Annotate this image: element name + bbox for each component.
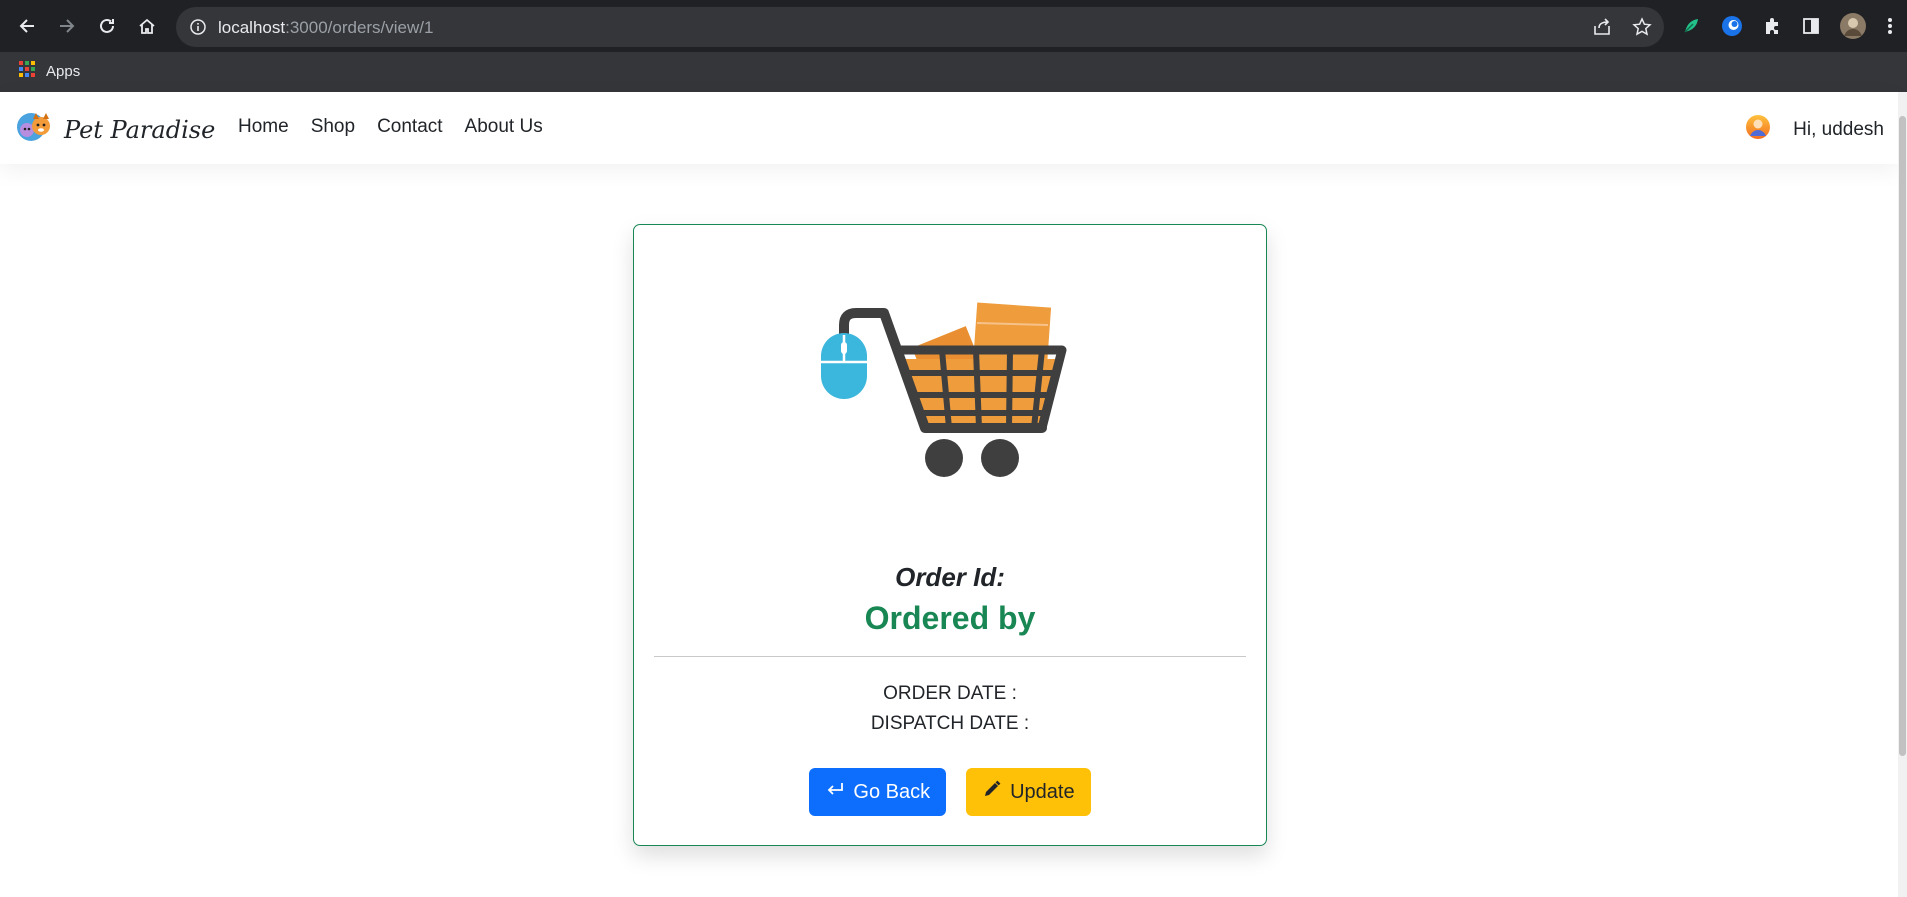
bookmark-apps[interactable]: Apps [18,60,80,82]
apps-grid-icon [18,60,36,82]
bookmark-star-icon[interactable] [1632,17,1652,42]
brand-name: Pet Paradise [64,115,216,144]
card-actions: Go Back Update [634,768,1266,816]
profile-avatar[interactable] [1839,12,1867,40]
pencil-icon [982,779,1002,805]
go-back-label: Go Back [853,780,931,803]
shopping-cart-image [820,295,1070,490]
page-scrollbar[interactable] [1898,92,1907,897]
card-divider [654,656,1246,657]
menu-kebab-icon[interactable] [1876,12,1904,40]
nav-links: Home Shop Contact About Us [238,116,543,138]
update-button[interactable]: Update [966,768,1091,816]
extensions-puzzle-icon[interactable] [1758,12,1786,40]
order-card: Order Id: Ordered by ORDER DATE : DISPAT… [633,224,1267,846]
back-icon[interactable] [13,12,41,40]
nav-link-about-us[interactable]: About Us [465,116,543,138]
share-icon[interactable] [1592,18,1612,41]
user-avatar-icon [1745,114,1771,145]
update-label: Update [1010,780,1075,803]
site-info-icon[interactable] [189,18,207,41]
bookmarks-bar [0,52,1907,92]
extension-leaf-icon[interactable] [1677,12,1705,40]
ordered-by-label: Ordered by [864,600,1036,636]
pet-logo-icon [16,110,54,149]
order-id-label: Order Id: [895,562,1005,592]
extension-circle-icon[interactable] [1718,12,1746,40]
site-navbar: Pet Paradise Home Shop Contact About Us … [0,92,1898,164]
address-bar[interactable]: localhost:3000/orders/view/1 [176,7,1664,47]
scrollbar-thumb[interactable] [1899,116,1906,756]
go-back-button[interactable]: Go Back [809,768,947,816]
forward-icon[interactable] [53,12,81,40]
dispatch-date-label: DISPATCH DATE : [870,713,1030,734]
browser-toolbar: localhost:3000/orders/view/1 [0,0,1907,52]
user-greeting: Hi, uddesh [1793,118,1884,140]
return-arrow-icon [825,780,845,804]
user-menu[interactable]: Hi, uddesh [1745,114,1884,145]
nav-link-home[interactable]: Home [238,116,289,138]
brand[interactable]: Pet Paradise [16,110,215,149]
side-panel-icon[interactable] [1797,12,1825,40]
order-date-label: ORDER DATE : [883,683,1017,704]
nav-link-shop[interactable]: Shop [311,116,355,138]
reload-icon[interactable] [93,12,121,40]
apps-label: Apps [46,62,81,80]
page-content: Pet Paradise Home Shop Contact About Us … [0,92,1898,897]
nav-link-contact[interactable]: Contact [377,116,442,138]
home-icon[interactable] [133,12,161,40]
url-text: localhost:3000/orders/view/1 [218,18,434,37]
